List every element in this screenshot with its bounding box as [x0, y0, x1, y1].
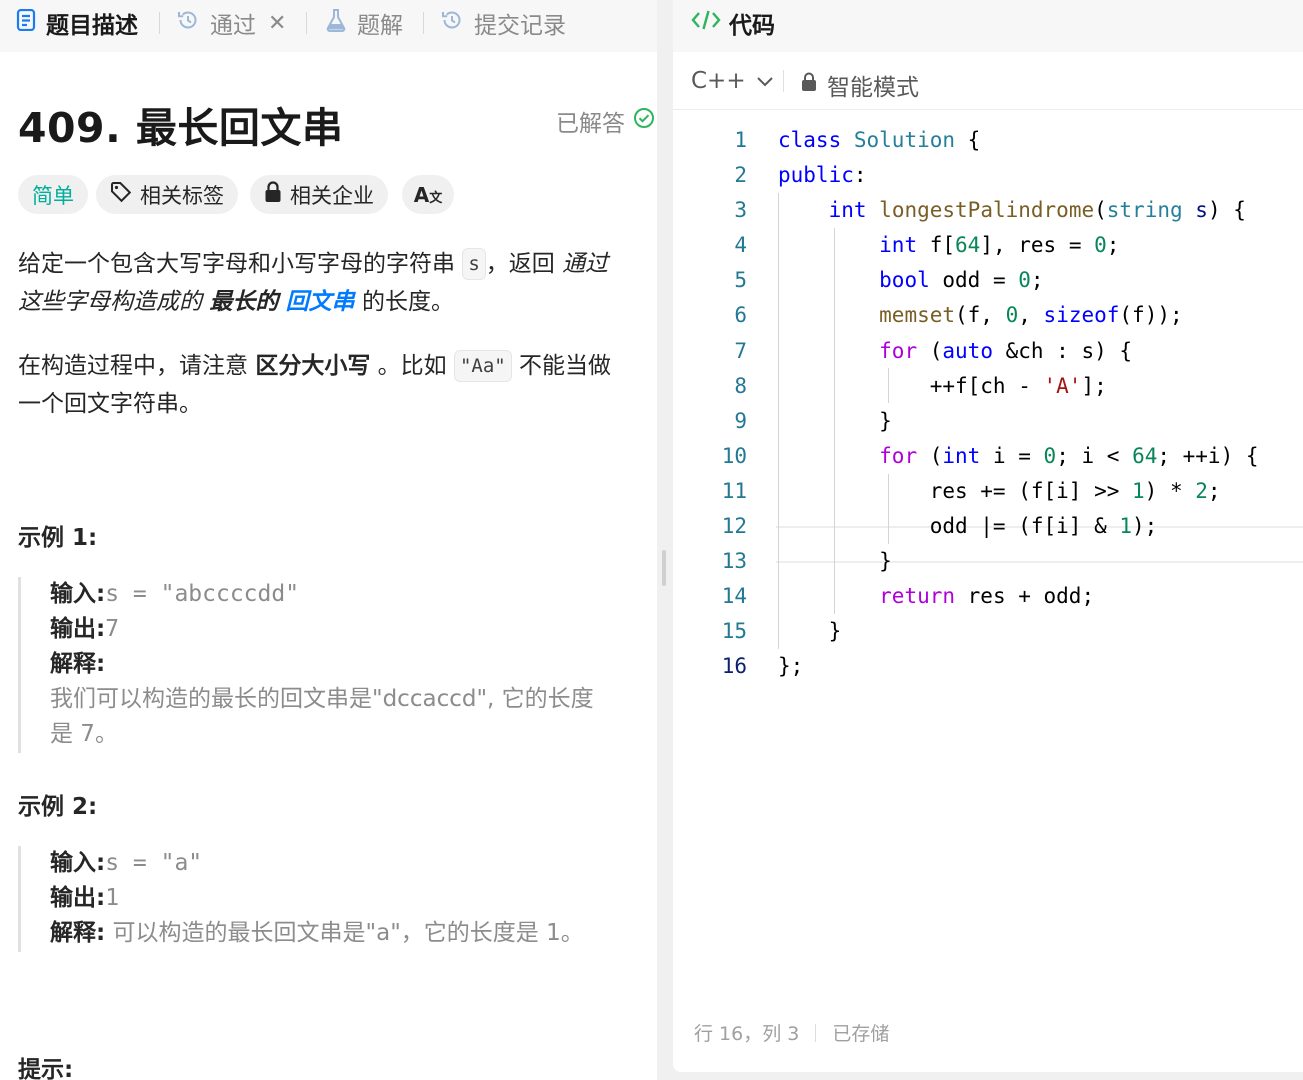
code-line-current: 16};	[721, 654, 804, 679]
smart-mode-label: 智能模式	[827, 75, 919, 101]
tab-code[interactable]: 代码	[691, 0, 775, 46]
check-circle-icon	[625, 107, 655, 135]
cursor-position: 行 16，列 3	[694, 1023, 800, 1045]
lock-icon	[801, 72, 827, 98]
panel-resizer[interactable]	[657, 0, 673, 1080]
related-tags-button[interactable]: 相关标签	[96, 175, 238, 214]
related-tags-label: 相关标签	[140, 183, 224, 208]
editor-status-bar: 行 16，列 3 已存储	[694, 1019, 889, 1046]
code-line: 5 bool odd = 0;	[734, 268, 1044, 293]
code-tab-bar: 代码	[673, 0, 1303, 52]
chevron-down-icon	[746, 68, 774, 94]
inline-code: "Aa"	[453, 350, 512, 382]
history-icon	[176, 8, 210, 38]
translate-icon: A文	[413, 182, 443, 207]
tab-accepted[interactable]: 通过 ✕	[176, 0, 286, 46]
inline-code: s	[462, 248, 486, 280]
code-line: 6 memset(f, 0, sizeof(f));	[734, 303, 1183, 328]
code-line: 9 }	[734, 408, 892, 433]
example-2-title: 示例 2:	[18, 794, 98, 820]
code-line: 3 int longestPalindrome(string s) {	[734, 198, 1246, 223]
smart-mode-toggle[interactable]: 智能模式	[801, 68, 919, 102]
code-line: 11 res += (f[i] >> 1) * 2;	[721, 478, 1221, 503]
close-icon[interactable]: ✕	[268, 11, 286, 36]
code-line: 4 int f[64], res = 0;	[734, 233, 1120, 258]
tag-icon	[110, 181, 140, 208]
difficulty-badge[interactable]: 简单	[18, 175, 88, 214]
description-tab-bar: 题目描述 通过 ✕ 题解 提交记录	[0, 0, 657, 52]
tab-code-label: 代码	[729, 13, 775, 39]
palindrome-link[interactable]: 回文串	[286, 289, 355, 315]
solved-label: 已解答	[556, 111, 625, 137]
tab-solutions-label: 题解	[357, 13, 403, 39]
tab-accepted-label: 通过	[210, 13, 256, 39]
code-editor[interactable]: 1 class Solution { 2 public: 3 int longest…	[673, 123, 1303, 685]
tab-description-label: 题目描述	[46, 13, 138, 39]
example-2-block: 输入:s = "a" 输出:1 解释: 可以构造的最长回文串是"a"，它的长度是…	[18, 846, 657, 952]
code-line: 12 odd |= (f[i] & 1);	[721, 514, 1158, 539]
translate-button[interactable]: A文	[402, 175, 454, 214]
example-1-block: 输入:s = "abccccdd" 输出:7 解释: 我们可以构造的最长的回文串…	[18, 577, 657, 753]
code-line: 8 ++f[ch - 'A'];	[734, 373, 1107, 398]
description-paragraph-1: 给定一个包含大写字母和小写字母的字符串 s ，返回 通过 这些字母构造成的 最长的…	[18, 245, 608, 321]
resize-handle[interactable]	[662, 550, 666, 586]
problem-title[interactable]: 409. 最长回文串	[18, 94, 343, 154]
code-line: 2 public:	[734, 163, 867, 188]
tab-divider	[159, 12, 160, 34]
description-panel: 题目描述 通过 ✕ 题解 提交记录 409. 最长回文串 已解答 简单 相关标签…	[0, 0, 657, 1080]
code-line: 14 return res + odd;	[721, 584, 1095, 609]
related-companies-button[interactable]: 相关企业	[250, 175, 388, 214]
language-label: C++	[691, 68, 746, 94]
editor-toolbar: C++ 智能模式	[673, 52, 1303, 110]
save-status: 已存储	[832, 1023, 890, 1045]
history-icon	[440, 8, 474, 38]
language-select[interactable]: C++	[691, 68, 774, 94]
tab-solutions[interactable]: 题解	[325, 0, 403, 46]
code-line: 13 }	[721, 549, 892, 574]
tab-submissions-label: 提交记录	[474, 13, 566, 39]
code-line: 10 for (int i = 0; i < 64; ++i) {	[721, 443, 1259, 468]
toolbar-divider	[783, 70, 784, 92]
solved-status: 已解答	[556, 104, 655, 138]
flask-icon	[325, 8, 357, 38]
code-line: 7 for (auto &ch : s) {	[734, 338, 1133, 363]
example-1-title: 示例 1:	[18, 525, 98, 551]
code-line: 15 }	[721, 619, 842, 644]
related-companies-label: 相关企业	[290, 183, 374, 208]
lock-icon	[264, 181, 290, 208]
tab-description[interactable]: 题目描述	[16, 0, 138, 46]
code-line: 1 class Solution {	[734, 128, 981, 152]
status-divider	[815, 1023, 817, 1042]
description-paragraph-2: 在构造过程中，请注意 区分大小写 。比如 "Aa" 不能当做 一个回文字符串。	[18, 347, 611, 423]
tab-divider	[306, 12, 307, 34]
code-panel: 代码 C++ 智能模式 1 class Solution { 2 public: 3…	[673, 0, 1303, 1072]
document-icon	[16, 8, 46, 37]
tab-submissions[interactable]: 提交记录	[440, 0, 566, 46]
code-icon	[691, 8, 729, 38]
tab-divider	[423, 12, 424, 34]
hints-title: 提示:	[18, 1057, 74, 1080]
